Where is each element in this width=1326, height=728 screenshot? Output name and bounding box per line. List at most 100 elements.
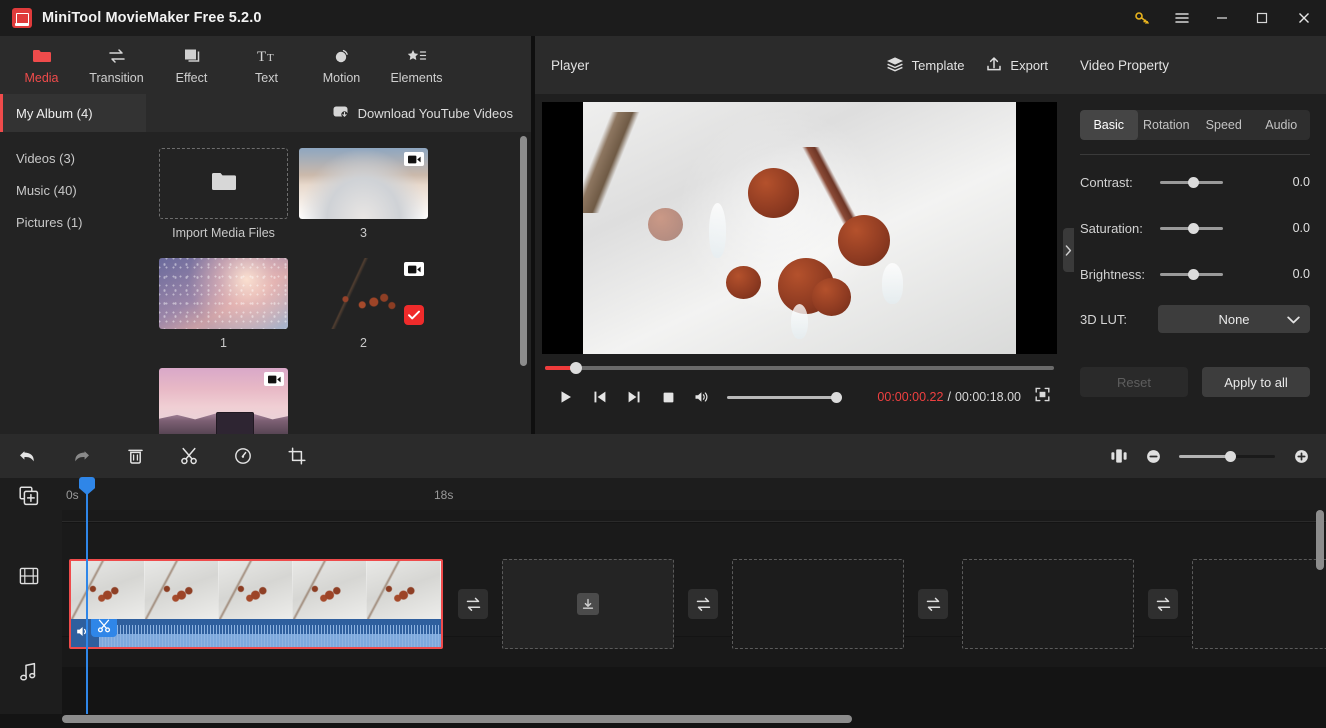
- import-media-cell[interactable]: Import Media Files: [159, 148, 288, 240]
- saturation-handle[interactable]: [1188, 222, 1199, 234]
- media-scrollbar-thumb[interactable]: [520, 136, 527, 366]
- transition-swap-icon[interactable]: [458, 589, 488, 619]
- timeline-music-lane[interactable]: [62, 668, 1326, 720]
- sidebar-item-my-album[interactable]: My Album (4): [0, 94, 146, 132]
- key-icon[interactable]: [1122, 0, 1162, 36]
- brightness-handle[interactable]: [1188, 268, 1199, 280]
- media-scrollbar[interactable]: [520, 136, 527, 430]
- media-thumbnail[interactable]: [159, 368, 288, 434]
- tab-motion[interactable]: Motion: [304, 36, 379, 94]
- tab-effect[interactable]: Effect: [154, 36, 229, 94]
- player-header: Player Template Export: [535, 36, 1064, 94]
- tab-elements[interactable]: Elements: [379, 36, 454, 94]
- property-buttons: Reset Apply to all: [1080, 367, 1310, 397]
- timeline-scrollbar-thumb[interactable]: [62, 715, 852, 723]
- maximize-icon[interactable]: [1242, 0, 1282, 36]
- waveform-peaks: [99, 625, 441, 647]
- player-seek-bar[interactable]: [545, 362, 1054, 374]
- export-button[interactable]: Export: [986, 56, 1048, 75]
- timeline-horizontal-scrollbar[interactable]: [62, 715, 1320, 723]
- contrast-value: 0.0: [1292, 175, 1310, 189]
- tab-label: Speed: [1205, 118, 1242, 132]
- speed-button[interactable]: [216, 434, 270, 478]
- tab-basic[interactable]: Basic: [1080, 110, 1138, 140]
- volume-icon[interactable]: [685, 382, 719, 412]
- zoom-slider-handle[interactable]: [1225, 450, 1236, 462]
- timeline-ruler[interactable]: 0s 18s: [62, 478, 1326, 510]
- play-icon[interactable]: [549, 382, 583, 412]
- player-stage[interactable]: [542, 102, 1057, 354]
- menu-icon[interactable]: [1162, 0, 1202, 36]
- media-item[interactable]: [159, 368, 288, 434]
- transition-swap-icon[interactable]: [1148, 589, 1178, 619]
- speaker-icon[interactable]: [76, 625, 91, 643]
- import-dropzone[interactable]: [159, 148, 288, 219]
- sidebar-item-pictures[interactable]: Pictures (1): [0, 206, 146, 238]
- selected-check-icon[interactable]: [404, 305, 424, 325]
- undo-button[interactable]: [0, 434, 54, 478]
- tab-text[interactable]: TT Text: [229, 36, 304, 94]
- tab-rotation[interactable]: Rotation: [1138, 110, 1196, 140]
- tab-label: Motion: [322, 70, 361, 85]
- video-badge-icon: [404, 152, 424, 166]
- timeline-vertical-scrollbar[interactable]: [1316, 510, 1324, 570]
- player-panel: Player Template Export 00:00:00.22 / 00:…: [535, 36, 1064, 434]
- redo-button[interactable]: [54, 434, 108, 478]
- delete-button[interactable]: [108, 434, 162, 478]
- timeline-placeholder[interactable]: [962, 559, 1134, 649]
- timeline-zoom-slider[interactable]: [1179, 450, 1275, 462]
- effect-icon: [182, 46, 202, 66]
- reset-button[interactable]: Reset: [1080, 367, 1188, 397]
- split-clip-icon[interactable]: [91, 619, 117, 637]
- lut-select[interactable]: None: [1158, 305, 1310, 333]
- apply-to-all-button[interactable]: Apply to all: [1202, 367, 1310, 397]
- tab-audio[interactable]: Audio: [1253, 110, 1311, 140]
- media-item[interactable]: 2: [299, 258, 428, 350]
- media-thumbnail[interactable]: [299, 148, 428, 219]
- contrast-slider[interactable]: [1160, 176, 1223, 188]
- sidebar-item-music[interactable]: Music (40): [0, 174, 146, 206]
- album-tab-label: My Album (4): [16, 105, 93, 121]
- lut-row: 3D LUT: None: [1080, 297, 1310, 341]
- media-item[interactable]: 1: [159, 258, 288, 350]
- fit-timeline-icon[interactable]: [1102, 434, 1136, 478]
- volume-slider[interactable]: [727, 391, 842, 403]
- brightness-slider[interactable]: [1160, 268, 1223, 280]
- sidebar-item-videos[interactable]: Videos (3): [0, 142, 146, 174]
- download-youtube-button[interactable]: Download YouTube Videos: [333, 105, 513, 121]
- timeline-playhead[interactable]: [79, 477, 95, 714]
- property-tabs: Basic Rotation Speed Audio: [1080, 110, 1310, 140]
- tab-transition[interactable]: Transition: [79, 36, 154, 94]
- timeline-clip-selected[interactable]: [69, 559, 443, 649]
- volume-handle[interactable]: [831, 391, 842, 403]
- fullscreen-icon[interactable]: [1035, 387, 1050, 407]
- collapse-panel-handle[interactable]: [1063, 228, 1074, 272]
- previous-frame-icon[interactable]: [583, 382, 617, 412]
- timeline-toolbar: [0, 434, 1326, 478]
- zoom-out-icon[interactable]: [1140, 434, 1166, 478]
- saturation-slider[interactable]: [1160, 222, 1223, 234]
- stop-icon[interactable]: [651, 382, 685, 412]
- close-icon[interactable]: [1282, 0, 1326, 36]
- transition-swap-icon[interactable]: [688, 589, 718, 619]
- seek-handle[interactable]: [570, 362, 582, 374]
- timeline-placeholder[interactable]: [502, 559, 674, 649]
- template-button[interactable]: Template: [886, 56, 964, 75]
- tab-media[interactable]: Media: [4, 36, 79, 94]
- timeline-placeholder[interactable]: [1192, 559, 1326, 649]
- zoom-in-icon[interactable]: [1288, 434, 1314, 478]
- media-item[interactable]: 3: [299, 148, 428, 240]
- media-thumbnail[interactable]: [159, 258, 288, 329]
- contrast-handle[interactable]: [1188, 176, 1199, 188]
- next-frame-icon[interactable]: [617, 382, 651, 412]
- crop-button[interactable]: [270, 434, 324, 478]
- folder-icon: [32, 46, 52, 66]
- media-thumbnail[interactable]: [299, 258, 428, 329]
- add-track-icon[interactable]: [19, 486, 41, 506]
- split-button[interactable]: [162, 434, 216, 478]
- timeline-placeholder[interactable]: [732, 559, 904, 649]
- minimize-icon[interactable]: [1202, 0, 1242, 36]
- video-badge-icon: [404, 262, 424, 276]
- tab-speed[interactable]: Speed: [1195, 110, 1253, 140]
- transition-swap-icon[interactable]: [918, 589, 948, 619]
